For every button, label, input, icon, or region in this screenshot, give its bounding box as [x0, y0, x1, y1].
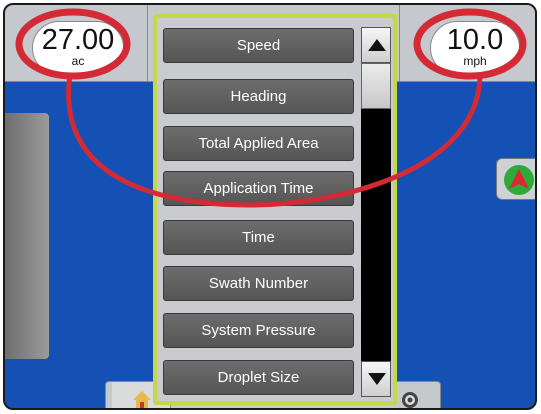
- list-item-system-pressure[interactable]: System Pressure: [163, 313, 354, 348]
- area-unit: ac: [71, 54, 85, 68]
- target-icon: [402, 392, 418, 408]
- speed-unit: mph: [463, 54, 487, 68]
- triangle-up-icon: [368, 39, 386, 51]
- speed-value: 10.0: [446, 24, 504, 56]
- list-item-total-applied-area[interactable]: Total Applied Area: [163, 126, 354, 161]
- triangle-down-icon: [368, 373, 386, 385]
- list-item-application-time[interactable]: Application Time: [163, 171, 354, 206]
- list-scrollbar[interactable]: [361, 27, 391, 397]
- area-value: 27.00: [41, 24, 115, 56]
- topbar-divider: [147, 5, 148, 81]
- speed-gauge[interactable]: 10.0 mph: [430, 21, 520, 75]
- data-selection-list: Speed Heading Total Applied Area Applica…: [153, 14, 397, 405]
- list-item-time[interactable]: Time: [163, 220, 354, 255]
- list-item-heading[interactable]: Heading: [163, 79, 354, 114]
- area-gauge[interactable]: 27.00 ac: [32, 21, 124, 75]
- settings-button[interactable]: [396, 382, 426, 408]
- list-item-swath-number[interactable]: Swath Number: [163, 266, 354, 301]
- home-icon: [133, 391, 151, 408]
- scroll-down-button[interactable]: [361, 361, 391, 397]
- topbar-divider: [399, 5, 400, 81]
- list-item-droplet-size[interactable]: Droplet Size: [163, 360, 354, 395]
- list-item-speed[interactable]: Speed: [163, 28, 354, 63]
- left-side-panel[interactable]: [5, 113, 49, 359]
- scrollbar-thumb[interactable]: [361, 63, 391, 109]
- guidance-arrow-icon: [504, 165, 534, 195]
- scroll-up-button[interactable]: [361, 27, 391, 63]
- guidance-nav-button[interactable]: [496, 158, 535, 200]
